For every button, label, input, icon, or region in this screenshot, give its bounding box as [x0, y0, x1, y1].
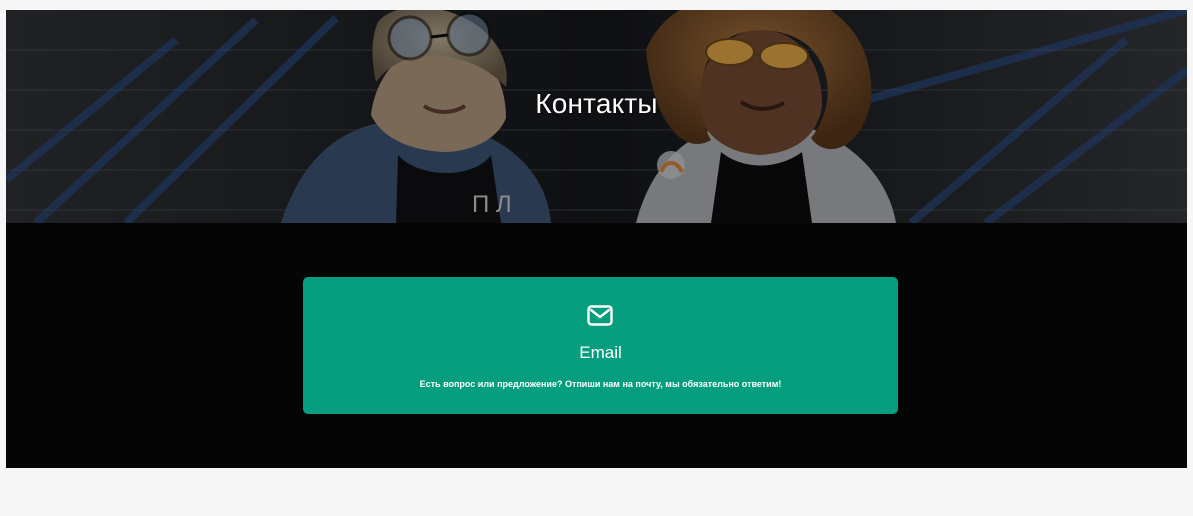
- page: П Л Контакты Email Есть вопрос или предл…: [0, 0, 1193, 516]
- mail-icon: [587, 305, 613, 326]
- page-title: Контакты: [535, 88, 658, 119]
- hero-banner: П Л Контакты: [6, 10, 1187, 223]
- card-description: Есть вопрос или предложение? Отпиши нам …: [419, 379, 782, 389]
- contacts-section: П Л Контакты Email Есть вопрос или предл…: [6, 10, 1187, 468]
- card-title: Email: [579, 343, 622, 362]
- email-contact-card[interactable]: Email Есть вопрос или предложение? Отпиш…: [303, 277, 898, 414]
- page-footer-area: [6, 468, 1187, 516]
